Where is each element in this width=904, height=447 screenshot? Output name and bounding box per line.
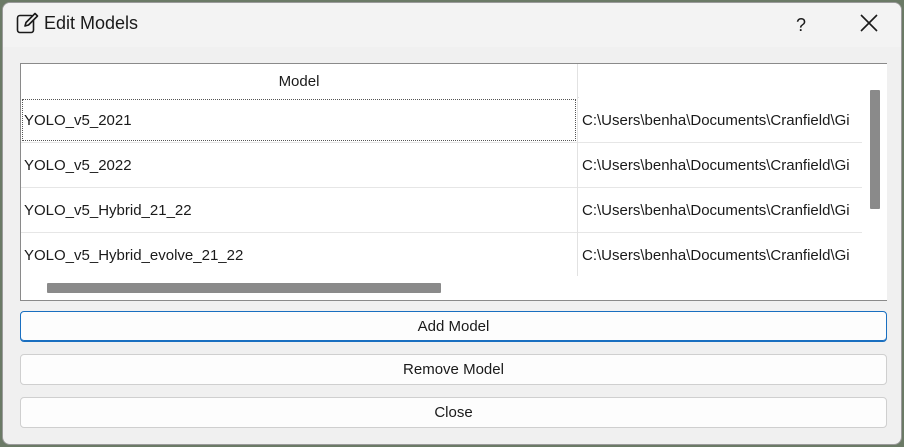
- remove-model-button[interactable]: Remove Model: [20, 354, 887, 385]
- model-path-cell[interactable]: C:\Users\benha\Documents\Cranfield\Gi: [579, 143, 862, 188]
- model-name-cell[interactable]: YOLO_v5_Hybrid_evolve_21_22: [21, 233, 578, 276]
- model-name-cell[interactable]: YOLO_v5_Hybrid_21_22: [21, 188, 578, 233]
- model-path-cell[interactable]: C:\Users\benha\Documents\Cranfield\Gi: [579, 188, 862, 233]
- vertical-scrollbar-thumb[interactable]: [870, 90, 880, 209]
- column-header-model[interactable]: Model: [21, 64, 578, 98]
- models-table: Model YOLO_v5_2021 C:\Users\benha\Docume…: [20, 63, 887, 301]
- table-row[interactable]: YOLO_v5_2021 C:\Users\benha\Documents\Cr…: [21, 98, 862, 143]
- window-title: Edit Models: [44, 13, 139, 33]
- close-button[interactable]: Close: [20, 397, 887, 428]
- horizontal-scrollbar-thumb[interactable]: [47, 283, 441, 293]
- table-header: Model: [21, 64, 862, 98]
- table-row[interactable]: YOLO_v5_Hybrid_evolve_21_22 C:\Users\ben…: [21, 233, 862, 276]
- table-viewport: Model YOLO_v5_2021 C:\Users\benha\Docume…: [21, 64, 862, 276]
- title-bar: Edit Models ?: [3, 3, 901, 47]
- help-button[interactable]: ?: [789, 11, 813, 39]
- table-row[interactable]: YOLO_v5_2022 C:\Users\benha\Documents\Cr…: [21, 143, 862, 188]
- model-name-cell[interactable]: YOLO_v5_2021: [21, 98, 578, 143]
- model-name-cell[interactable]: YOLO_v5_2022: [21, 143, 578, 188]
- close-window-button[interactable]: [851, 9, 887, 41]
- model-path-cell[interactable]: C:\Users\benha\Documents\Cranfield\Gi: [579, 98, 862, 143]
- add-model-button[interactable]: Add Model: [20, 311, 887, 342]
- edit-models-dialog: Edit Models ? Model YOLO_v5_2021 C:\User…: [2, 2, 902, 445]
- column-header-path[interactable]: [579, 64, 862, 98]
- table-row[interactable]: YOLO_v5_Hybrid_21_22 C:\Users\benha\Docu…: [21, 188, 862, 233]
- edit-icon: [15, 11, 39, 35]
- close-icon: [860, 13, 878, 37]
- model-path-cell[interactable]: C:\Users\benha\Documents\Cranfield\Gi: [579, 233, 862, 276]
